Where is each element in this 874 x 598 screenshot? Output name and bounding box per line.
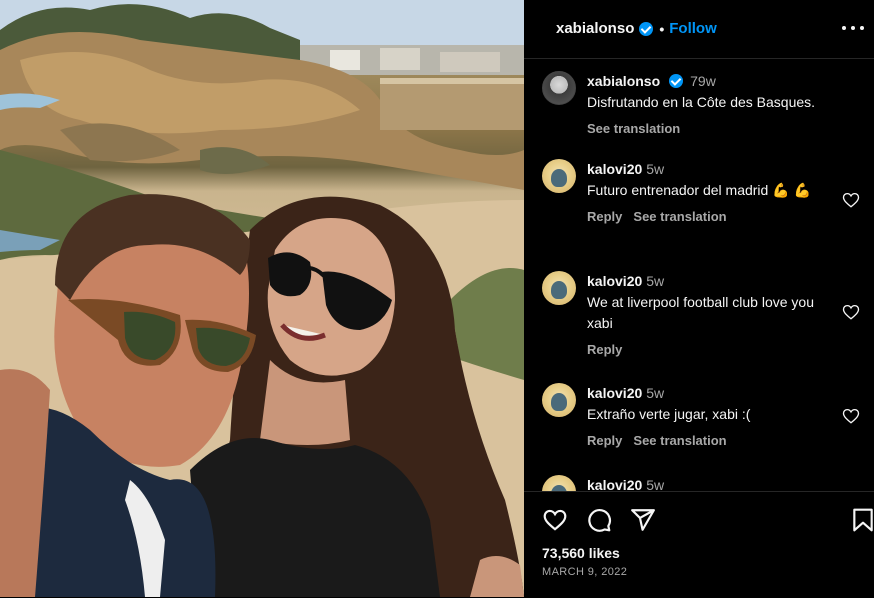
verified-badge-icon bbox=[669, 74, 684, 88]
see-translation-link[interactable]: See translation bbox=[633, 433, 726, 448]
post-date[interactable]: MARCH 9, 2022 bbox=[542, 566, 627, 578]
comment-bubble-icon[interactable] bbox=[586, 507, 612, 533]
post-header: xabialonso • Follow bbox=[524, 0, 874, 59]
avatar[interactable] bbox=[542, 271, 576, 305]
post-side-panel: xabialonso • Follow xabialonso 79w Disfru… bbox=[524, 0, 874, 597]
post-author-username[interactable]: xabialonso bbox=[556, 20, 634, 37]
see-translation-link[interactable]: See translation bbox=[587, 121, 680, 136]
follow-button[interactable]: Follow bbox=[669, 20, 717, 37]
reply-link[interactable]: Reply bbox=[587, 209, 622, 224]
comment-username[interactable]: kalovi20 bbox=[587, 161, 642, 177]
reply-link[interactable]: Reply bbox=[587, 433, 622, 448]
comment-username[interactable]: kalovi20 bbox=[587, 477, 642, 491]
avatar[interactable] bbox=[542, 159, 576, 193]
like-comment-heart-icon[interactable] bbox=[842, 303, 860, 321]
likes-count[interactable]: 73,560 likes bbox=[542, 545, 620, 561]
like-comment-heart-icon[interactable] bbox=[842, 407, 860, 425]
more-options-icon[interactable] bbox=[842, 18, 864, 38]
comment-username[interactable]: kalovi20 bbox=[587, 385, 642, 401]
see-translation-link[interactable]: See translation bbox=[633, 209, 726, 224]
comment-text: Disfrutando en la Côte des Basques. bbox=[587, 94, 816, 110]
avatar[interactable] bbox=[542, 71, 576, 105]
avatar[interactable] bbox=[542, 383, 576, 417]
comment-time[interactable]: 79w bbox=[690, 73, 716, 89]
post-actions-bar: 73,560 likes MARCH 9, 2022 bbox=[524, 491, 874, 598]
share-paper-plane-icon[interactable] bbox=[630, 507, 656, 533]
comment-time[interactable]: 5w bbox=[646, 477, 664, 491]
like-comment-heart-icon[interactable] bbox=[842, 191, 860, 209]
comment-text: Futuro entrenador del madrid 💪 💪 bbox=[587, 182, 811, 198]
post-author: xabialonso • Follow bbox=[556, 20, 717, 37]
comment-username[interactable]: kalovi20 bbox=[587, 273, 642, 289]
comment-time[interactable]: 5w bbox=[646, 273, 664, 289]
comment-username[interactable]: xabialonso bbox=[587, 73, 660, 89]
save-bookmark-icon[interactable] bbox=[850, 507, 874, 533]
comments-list[interactable]: xabialonso 79w Disfrutando en la Côte des… bbox=[524, 59, 874, 491]
comment-time[interactable]: 5w bbox=[646, 385, 664, 401]
comment-text: Extraño verte jugar, xabi :( bbox=[587, 406, 751, 422]
photo-illustration bbox=[0, 0, 524, 597]
avatar[interactable] bbox=[542, 475, 576, 491]
separator: • bbox=[659, 20, 665, 37]
like-heart-icon[interactable] bbox=[542, 507, 568, 533]
reply-link[interactable]: Reply bbox=[587, 342, 622, 357]
comment-text: We at liverpool football club love you x… bbox=[587, 294, 814, 331]
comment-time[interactable]: 5w bbox=[646, 161, 664, 177]
post-photo[interactable] bbox=[0, 0, 524, 597]
verified-badge-icon bbox=[639, 21, 654, 36]
